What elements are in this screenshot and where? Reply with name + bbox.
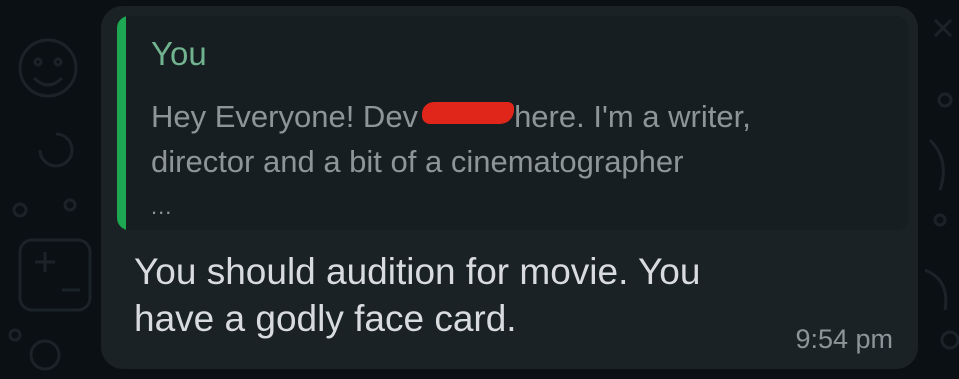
quoted-text-part1: Hey Everyone! Dev [151,99,419,134]
message-bubble[interactable]: You Hey Everyone! Dev here. I'm a writer,… [101,6,918,369]
message-line1: You should audition for movie. You [134,251,701,292]
quoted-ellipsis: ... [151,194,173,219]
quoted-author: You [151,35,207,72]
quoted-text-line2: director and a bit of a cinematographer [151,144,684,179]
message-line2: have a godly face card. [134,298,517,339]
quote-accent-bar [117,16,126,230]
message-body: You should audition for movie. You have … [134,248,834,342]
quoted-text-part2: here. I'm a writer, [514,99,751,134]
redaction-mark [422,101,515,124]
chat-background: You Hey Everyone! Dev here. I'm a writer,… [0,0,959,379]
quoted-text: Hey Everyone! Dev here. I'm a writer, dir… [151,94,891,184]
quoted-message[interactable]: You Hey Everyone! Dev here. I'm a writer,… [117,16,909,230]
message-timestamp: 9:54 pm [795,324,893,354]
